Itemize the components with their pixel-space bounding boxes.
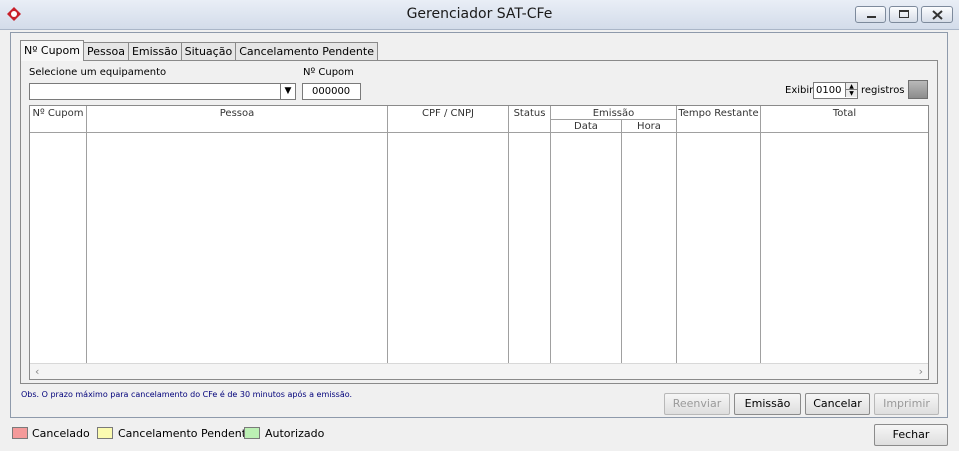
refresh-button[interactable] <box>908 80 928 99</box>
column-header-tempo-restante[interactable]: Tempo Restante <box>677 108 760 119</box>
column-divider <box>550 106 551 363</box>
reenviar-button[interactable]: Reenviar <box>664 393 730 415</box>
legend-label-autorizado: Autorizado <box>265 427 325 440</box>
emissao-button[interactable]: Emissão <box>734 393 801 415</box>
close-icon <box>932 10 943 20</box>
fechar-button[interactable]: Fechar <box>874 424 948 446</box>
cupom-label: Nº Cupom <box>303 67 354 78</box>
legend-swatch-cancelado <box>12 427 28 439</box>
column-header-cupom[interactable]: Nº Cupom <box>30 108 86 119</box>
column-header-status[interactable]: Status <box>509 108 550 119</box>
column-header-pessoa[interactable]: Pessoa <box>87 108 387 119</box>
column-divider <box>676 106 677 363</box>
equipamento-select[interactable]: ▼ <box>29 83 296 100</box>
registros-label: registros <box>861 85 905 96</box>
imprimir-button[interactable]: Imprimir <box>874 393 939 415</box>
minimize-button[interactable] <box>855 6 886 23</box>
dropdown-arrow-icon[interactable]: ▼ <box>280 84 295 99</box>
header-divider <box>30 132 928 133</box>
cupom-table[interactable]: Nº Cupom Pessoa CPF / CNPJ Status Emissã… <box>29 105 929 380</box>
tab-cancelamento-pendente[interactable]: Cancelamento Pendente <box>235 42 378 61</box>
legend-label-cancelado: Cancelado <box>32 427 90 440</box>
minimize-icon <box>867 16 876 18</box>
scroll-left-icon[interactable]: ‹ <box>35 365 39 378</box>
legend-swatch-autorizado <box>244 427 260 439</box>
equipamento-label: Selecione um equipamento <box>29 67 167 78</box>
cancel-deadline-note: Obs. O prazo máximo para cancelamento do… <box>21 390 353 399</box>
exibir-spinner[interactable]: 0100 ▲ ▼ <box>813 82 858 99</box>
title-bar: Gerenciador SAT-CFe <box>0 0 959 30</box>
exibir-label: Exibir <box>785 85 814 96</box>
tab-bar: Nº Cupom Pessoa Emissão Situação Cancela… <box>20 40 378 61</box>
close-button[interactable] <box>921 6 953 23</box>
tab-numero-cupom[interactable]: Nº Cupom <box>20 40 84 61</box>
spin-down-icon[interactable]: ▼ <box>845 90 857 97</box>
column-header-cpf-cnpj[interactable]: CPF / CNPJ <box>388 108 508 119</box>
column-divider <box>86 106 87 363</box>
spin-up-icon[interactable]: ▲ <box>845 83 857 90</box>
column-header-total[interactable]: Total <box>761 108 928 119</box>
horizontal-scrollbar[interactable]: ‹ › <box>30 363 928 379</box>
tab-situacao[interactable]: Situação <box>180 42 237 61</box>
column-divider <box>387 106 388 363</box>
column-divider <box>760 106 761 363</box>
tab-pessoa[interactable]: Pessoa <box>83 42 129 61</box>
exibir-value: 0100 <box>816 85 842 96</box>
window-title: Gerenciador SAT-CFe <box>406 6 553 22</box>
header-divider <box>550 119 676 120</box>
column-divider <box>621 119 622 363</box>
column-header-data[interactable]: Data <box>551 121 621 132</box>
legend-label-cancelamento-pendente: Cancelamento Pendente <box>118 427 253 440</box>
maximize-icon <box>899 10 909 18</box>
column-header-emissao[interactable]: Emissão <box>551 108 676 119</box>
maximize-button[interactable] <box>889 6 918 23</box>
cancelar-button[interactable]: Cancelar <box>805 393 870 415</box>
tab-emissao[interactable]: Emissão <box>127 42 182 61</box>
scroll-right-icon[interactable]: › <box>919 365 923 378</box>
legend-swatch-cancelamento-pendente <box>97 427 113 439</box>
cupom-input[interactable]: 000000 <box>302 83 361 100</box>
column-header-hora[interactable]: Hora <box>622 121 676 132</box>
column-divider <box>508 106 509 363</box>
